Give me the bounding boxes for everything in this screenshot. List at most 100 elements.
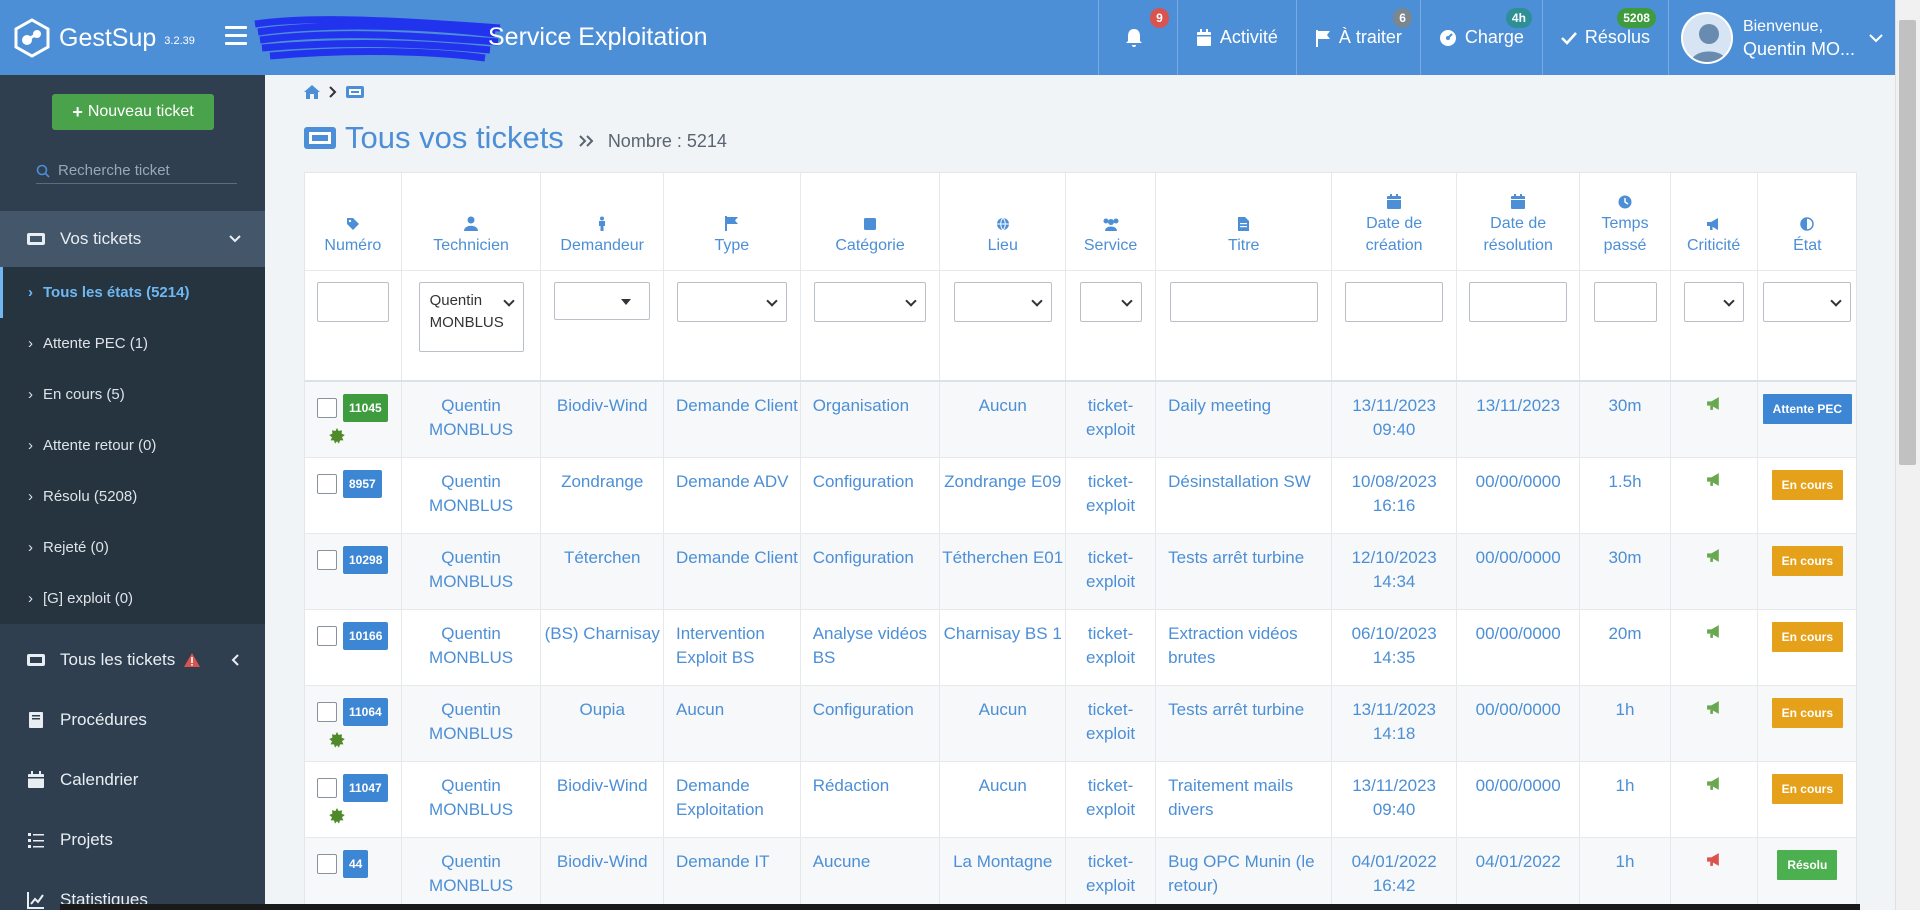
sidebar-item-all-tickets[interactable]: Tous les tickets	[0, 630, 265, 690]
sidebar-item-procedures[interactable]: Procédures	[0, 690, 265, 750]
col-technicien[interactable]: Technicien	[401, 173, 542, 271]
row-checkbox[interactable]	[317, 777, 337, 798]
filter-criticite-select[interactable]	[1683, 281, 1744, 322]
ticket-number-badge[interactable]: 10298	[343, 545, 389, 574]
resolved-button[interactable]: Résolus 5208	[1541, 0, 1668, 75]
ticket-number-badge[interactable]: 11045	[343, 394, 388, 422]
cell-date-resolution: 04/01/2022	[1456, 837, 1581, 909]
user-avatar-icon	[1690, 23, 1727, 62]
row-checkbox[interactable]	[317, 701, 337, 722]
sidebar-item-waiting-return[interactable]: › Attente retour (0)	[0, 420, 265, 471]
filter-categorie-select[interactable]	[814, 281, 927, 322]
col-demandeur[interactable]: Demandeur	[540, 173, 664, 271]
table-row[interactable]: 44 Quentin MONBLUS Biodiv-Wind Demande IT Au…	[305, 837, 1856, 909]
sidebar-item-calendar[interactable]: Calendrier	[0, 750, 265, 810]
vertical-scrollbar[interactable]	[1895, 0, 1920, 910]
filter-date-creation-input[interactable]	[1345, 281, 1444, 322]
col-titre[interactable]: Titre	[1155, 173, 1333, 271]
sidebar-section-my-tickets[interactable]: Vos tickets	[0, 211, 265, 267]
row-checkbox[interactable]	[317, 398, 337, 418]
resolved-label: Résolus	[1584, 27, 1650, 47]
sidebar-section-label: Vos tickets	[60, 229, 142, 248]
todo-button[interactable]: À traiter 6	[1295, 0, 1420, 75]
sidebar-item-rejected[interactable]: › Rejeté (0)	[0, 522, 265, 573]
new-ticket-button[interactable]: + Nouveau ticket	[52, 94, 214, 130]
col-type[interactable]: Type	[663, 173, 801, 271]
filter-demandeur-select[interactable]	[554, 281, 651, 320]
filter-date-resolution-input[interactable]	[1469, 281, 1568, 322]
sidebar-item-projects[interactable]: Projets	[0, 810, 265, 870]
col-criticite[interactable]: Criticité	[1670, 173, 1758, 271]
table-row[interactable]: 11045 Quentin MONBLUS Biodiv-Wind Demande C…	[305, 381, 1856, 458]
sidebar-item-waiting-pec[interactable]: › Attente PEC (1)	[0, 318, 265, 369]
col-date-resolution[interactable]: Date de résolution	[1456, 173, 1581, 271]
status-badge: En cours	[1771, 697, 1843, 728]
brand[interactable]: GestSup 3.2.39	[12, 18, 195, 58]
scrollbar-thumb[interactable]	[1899, 20, 1916, 465]
cell-service: ticket-exploit	[1065, 381, 1157, 458]
ticket-number-badge[interactable]: 44	[343, 849, 369, 878]
filter-service-select[interactable]	[1079, 281, 1142, 322]
col-numero[interactable]: Numéro	[305, 173, 402, 271]
col-etat[interactable]: État	[1757, 173, 1856, 271]
table-row[interactable]: 11064 Quentin MONBLUS Oupia Aucun Configurat…	[305, 685, 1856, 762]
cell-temps: 1h	[1579, 837, 1671, 909]
ticket-number-badge[interactable]: 11047	[343, 773, 388, 802]
check-icon	[1561, 31, 1577, 45]
sidebar-item-resolved[interactable]: › Résolu (5208)	[0, 471, 265, 522]
sidebar-item-in-progress[interactable]: › En cours (5)	[0, 369, 265, 420]
col-service[interactable]: Service	[1065, 173, 1157, 271]
menu-toggle-icon[interactable]	[225, 26, 247, 46]
top-nav: 9 Activité À traiter 6 Charge 4h Résolus…	[1097, 0, 1895, 75]
col-categorie[interactable]: Catégorie	[800, 173, 941, 271]
cell-numero: 10298	[305, 533, 402, 610]
cell-type: Demande ADV	[663, 457, 801, 534]
table-row[interactable]: 10166 Quentin MONBLUS (BS) Charnisay Interv…	[305, 609, 1856, 686]
notifications-button[interactable]: 9	[1097, 0, 1177, 75]
ticket-number-badge[interactable]: 11064	[343, 697, 388, 726]
row-checkbox[interactable]	[317, 549, 337, 570]
table-row[interactable]: 8957 Quentin MONBLUS Zondrange Demande ADV C…	[305, 457, 1856, 534]
row-checkbox[interactable]	[317, 853, 337, 874]
cell-etat: Résolu	[1757, 837, 1856, 909]
double-chevron-right-icon	[579, 135, 594, 147]
sidebar-submenu: › Tous les états (5214) › Attente PEC (1) …	[0, 267, 265, 624]
table-row[interactable]: 11047 Quentin MONBLUS Biodiv-Wind Demande E…	[305, 761, 1856, 838]
cell-type: Demande Client	[663, 381, 801, 458]
ticket-number-badge[interactable]: 8957	[343, 469, 382, 498]
col-label: Criticité	[1686, 236, 1741, 254]
sidebar-item-group-exploit[interactable]: › [G] exploit (0)	[0, 573, 265, 624]
filter-lieu-select[interactable]	[953, 281, 1052, 322]
sidebar-item-label: Tous les tickets	[60, 650, 176, 669]
row-checkbox[interactable]	[317, 625, 337, 646]
cell-type: Demande Client	[663, 533, 801, 610]
cell-numero: 11047	[305, 761, 402, 838]
load-button[interactable]: Charge 4h	[1419, 0, 1542, 75]
filter-numero-input[interactable]	[316, 281, 389, 322]
cell-technicien: Quentin MONBLUS	[401, 761, 542, 838]
sidebar-item-all-states[interactable]: › Tous les états (5214)	[0, 267, 265, 318]
filter-type-select[interactable]	[676, 281, 787, 322]
filter-temps-input[interactable]	[1593, 281, 1657, 322]
ticket-icon[interactable]	[345, 85, 365, 99]
ticket-number-badge[interactable]: 10166	[343, 621, 389, 650]
user-menu[interactable]: Bienvenue, Quentin MO...	[1667, 0, 1895, 75]
filter-technicien-select[interactable]: Quentin MONBLUS	[418, 281, 524, 352]
filter-titre-input[interactable]	[1169, 281, 1318, 322]
search-input[interactable]	[58, 162, 228, 179]
col-label: Demandeur	[560, 236, 645, 254]
row-checkbox[interactable]	[317, 473, 337, 494]
col-lieu[interactable]: Lieu	[939, 173, 1066, 271]
bullhorn-icon	[1706, 852, 1719, 866]
activity-button[interactable]: Activité	[1176, 0, 1296, 75]
col-date-creation[interactable]: Date de création	[1331, 173, 1457, 271]
cell-technicien: Quentin MONBLUS	[401, 685, 542, 762]
cell-type: Demande IT	[663, 837, 801, 909]
cell-temps: 1h	[1579, 685, 1671, 762]
filter-etat-select[interactable]	[1763, 281, 1852, 322]
cell-service: ticket-exploit	[1065, 685, 1157, 762]
col-temps[interactable]: Temps passé	[1579, 173, 1671, 271]
table-row[interactable]: 10298 Quentin MONBLUS Téterchen Demande Cli…	[305, 533, 1856, 610]
flag-icon	[1315, 29, 1330, 47]
home-icon[interactable]	[303, 84, 321, 100]
